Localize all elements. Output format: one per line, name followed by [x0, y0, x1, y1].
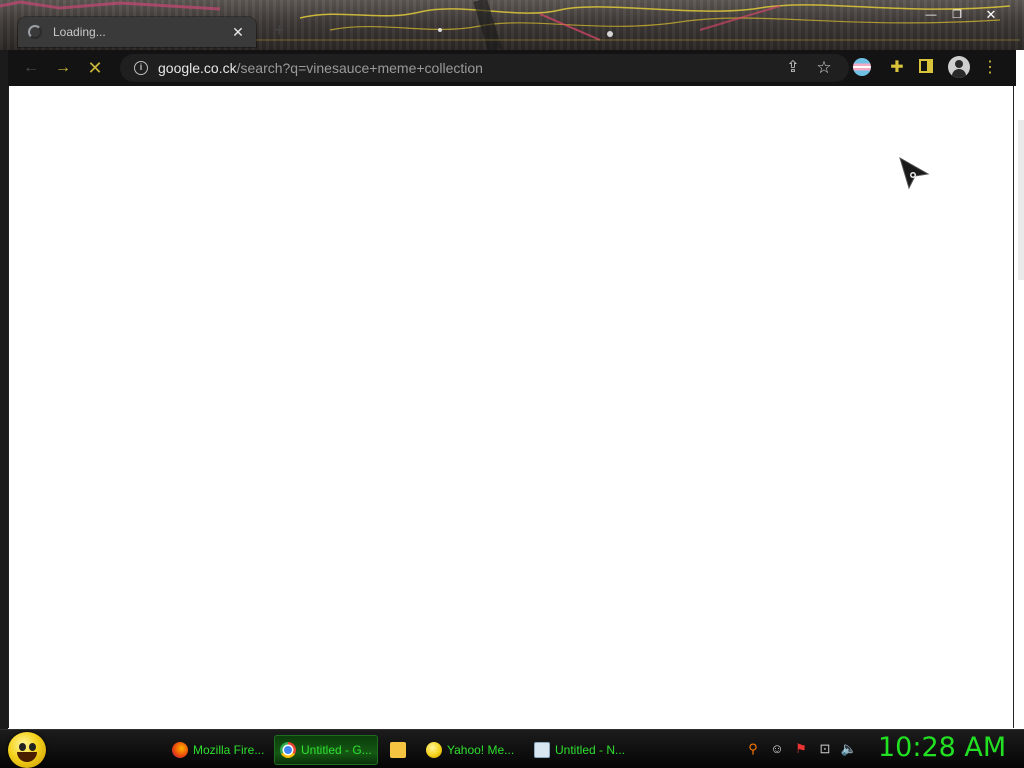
browser-menu-icon[interactable]: ⋮: [981, 56, 999, 80]
taskbar-clock[interactable]: 10:28 AM: [878, 732, 1006, 763]
page-content[interactable]: [8, 86, 1014, 728]
tab-close-icon[interactable]: ✕: [230, 24, 246, 41]
chrome-icon: [280, 742, 296, 758]
taskbar-item-label: Yahoo! Me...: [447, 743, 515, 757]
side-panel-icon[interactable]: [919, 59, 933, 73]
extension-flag-icon[interactable]: [853, 58, 871, 76]
bookmark-star-icon[interactable]: ☆: [812, 56, 836, 80]
browser-toolbar: ← → ✕ i google.co.ck/search?q=vinesauce+…: [8, 50, 1016, 86]
start-button-smiley-icon[interactable]: [8, 732, 46, 768]
profile-avatar-icon[interactable]: [948, 56, 970, 78]
tab-title: Loading...: [53, 25, 106, 39]
taskbar-item-folder[interactable]: [384, 735, 412, 765]
tray-search-icon[interactable]: ⚲: [744, 740, 762, 758]
mouse-cursor-icon: [899, 156, 930, 190]
taskbar-item-notepad[interactable]: Untitled - N...: [528, 735, 632, 765]
browser-tab[interactable]: Loading... ✕: [18, 17, 256, 47]
extensions-puzzle-icon[interactable]: ✚: [885, 56, 909, 80]
url-host: google.co.ck: [158, 60, 237, 76]
title-bar[interactable]: Loading... ✕ + — ❐ ✕: [0, 0, 1024, 50]
taskbar-item-label: Untitled - N...: [555, 743, 626, 757]
taskbar-item-yahoo-messenger[interactable]: Yahoo! Me...: [420, 735, 520, 765]
tray-messenger-icon[interactable]: ☺: [768, 740, 786, 758]
maximize-button[interactable]: ❐: [946, 7, 968, 23]
browser-window: Loading... ✕ + — ❐ ✕ ← → ✕ i google.co.c…: [0, 0, 1024, 729]
firefox-icon: [172, 742, 188, 758]
taskbar: Mozilla Fire... Untitled - G... Yahoo! M…: [0, 729, 1024, 768]
share-icon[interactable]: ⇪: [781, 56, 805, 80]
url-path: /search?q=vinesauce+meme+collection: [236, 60, 483, 76]
url-text[interactable]: google.co.ck/search?q=vinesauce+meme+col…: [158, 60, 483, 76]
close-window-button[interactable]: ✕: [978, 7, 1004, 23]
taskbar-item-firefox[interactable]: Mozilla Fire...: [166, 735, 270, 765]
stop-loading-button[interactable]: ✕: [83, 56, 107, 80]
tray-volume-icon[interactable]: 🔈: [840, 740, 858, 758]
address-bar[interactable]: i google.co.ck/search?q=vinesauce+meme+c…: [120, 54, 849, 82]
tray-network-icon[interactable]: ⊡: [816, 740, 834, 758]
window-frame-left: [0, 50, 8, 729]
spinner-icon: [28, 25, 42, 39]
notepad-icon: [534, 742, 550, 758]
taskbar-item-label: Untitled - G...: [301, 743, 372, 757]
back-button[interactable]: ←: [19, 56, 43, 80]
site-info-icon[interactable]: i: [134, 61, 148, 75]
minimize-button[interactable]: —: [920, 7, 942, 23]
new-tab-icon[interactable]: +: [274, 20, 285, 41]
yahoo-messenger-icon: [426, 742, 442, 758]
folder-icon: [390, 742, 406, 758]
taskbar-item-chrome[interactable]: Untitled - G...: [274, 735, 378, 765]
taskbar-item-label: Mozilla Fire...: [193, 743, 265, 757]
window-frame-right: [1014, 50, 1024, 729]
forward-button[interactable]: →: [51, 56, 75, 80]
tray-action-center-flag-icon[interactable]: ⚑: [792, 740, 810, 758]
